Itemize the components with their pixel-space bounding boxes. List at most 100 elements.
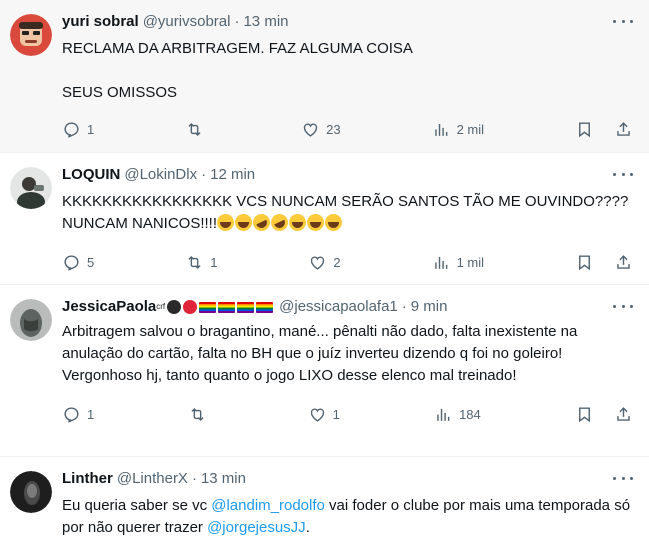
views-icon bbox=[434, 123, 447, 136]
tweet[interactable]: Linther @LintherX · 13 min Eu queria sab… bbox=[0, 457, 649, 559]
timestamp[interactable]: 13 min bbox=[201, 469, 246, 489]
tweet[interactable]: JessicaPaola crf @jessicapaolafa1 · 9 min… bbox=[0, 285, 649, 457]
joy-emoji-icon bbox=[217, 214, 235, 231]
tweet-text: KKKKKKKKKKKKKKKKK VCS NUNCAM SERÃO SANTO… bbox=[62, 191, 633, 235]
display-name[interactable]: Linther bbox=[62, 469, 113, 489]
like-icon bbox=[303, 123, 318, 137]
tweet-text-content: KKKKKKKKKKKKKKKKK VCS NUNCAM SERÃO SANTO… bbox=[62, 193, 633, 232]
reply-count: 1 bbox=[87, 406, 95, 422]
more-options-button[interactable] bbox=[613, 14, 633, 28]
share-button[interactable] bbox=[614, 405, 633, 424]
share-icon bbox=[617, 121, 630, 136]
separator: · bbox=[201, 166, 207, 183]
view-count: 2 mil bbox=[456, 121, 485, 137]
retweet-icon bbox=[188, 255, 201, 269]
reply-button[interactable]: 1 bbox=[62, 405, 94, 424]
views-icon bbox=[434, 256, 447, 269]
more-options-button[interactable] bbox=[613, 299, 633, 313]
like-icon bbox=[310, 408, 324, 422]
tweet-header: yuri sobral @yurivsobral · 13 min bbox=[62, 12, 633, 32]
joy-emoji-icon bbox=[325, 214, 343, 231]
rainbow-flag-icon bbox=[218, 301, 236, 313]
view-count: 1 mil bbox=[456, 254, 485, 270]
reply-icon bbox=[64, 254, 79, 271]
more-options-button[interactable] bbox=[613, 471, 633, 485]
avatar[interactable] bbox=[10, 14, 52, 56]
bookmark-icon bbox=[579, 121, 590, 137]
name-superscript: crf bbox=[156, 302, 166, 311]
share-icon bbox=[617, 406, 630, 421]
retweet-icon bbox=[191, 407, 204, 421]
share-button[interactable] bbox=[614, 253, 633, 272]
tweet[interactable]: yuri sobral @yurivsobral · 13 min RECLAM… bbox=[0, 0, 649, 153]
user-handle[interactable]: @jessicapaolafa1 bbox=[279, 297, 398, 317]
like-icon bbox=[311, 256, 325, 270]
like-button[interactable]: 23 bbox=[301, 120, 341, 139]
timestamp[interactable]: 9 min bbox=[411, 297, 448, 317]
like-button[interactable]: 1 bbox=[308, 405, 340, 424]
views-icon bbox=[437, 408, 450, 421]
bookmark-icon bbox=[579, 254, 590, 270]
tweet-text: RECLAMA DA ARBITRAGEM. FAZ ALGUMA COISA … bbox=[62, 40, 413, 101]
tweet-text: Arbitragem salvou o bragantino, mané... … bbox=[62, 323, 582, 384]
action-bar: 5 1 2 1 mil bbox=[62, 243, 633, 281]
action-bar: 1 23 2 mil bbox=[62, 110, 633, 148]
user-handle[interactable]: @LintherX bbox=[117, 469, 188, 489]
reply-icon bbox=[64, 121, 79, 138]
retweet-count: 1 bbox=[210, 254, 218, 270]
text-segment: . bbox=[305, 519, 310, 536]
avatar[interactable] bbox=[10, 471, 52, 513]
like-button[interactable]: 2 bbox=[308, 253, 341, 272]
rainbow-flag-icon bbox=[256, 301, 274, 313]
retweet-button[interactable]: 1 bbox=[185, 253, 217, 272]
bookmark-button[interactable] bbox=[575, 405, 594, 424]
reply-icon bbox=[64, 406, 79, 423]
reply-count: 5 bbox=[87, 254, 95, 270]
tweet[interactable]: LOQUIN @LokinDlx · 12 min KKKKKKKKKKKKKK… bbox=[0, 153, 649, 285]
more-options-button[interactable] bbox=[613, 167, 633, 181]
avatar[interactable] bbox=[10, 167, 52, 209]
timestamp[interactable]: 13 min bbox=[243, 12, 288, 32]
action-bar: 1 1 184 bbox=[62, 395, 633, 433]
name-badges bbox=[167, 300, 274, 314]
views-button[interactable]: 2 mil bbox=[432, 120, 484, 139]
user-handle[interactable]: @yurivsobral bbox=[143, 12, 231, 32]
share-button[interactable] bbox=[614, 120, 633, 139]
rainbow-flag-icon bbox=[237, 301, 255, 313]
user-handle[interactable]: @LokinDlx bbox=[124, 165, 197, 185]
text-segment: Eu queria saber se vc bbox=[62, 497, 212, 514]
views-button[interactable]: 1 mil bbox=[432, 253, 484, 272]
bookmark-button[interactable] bbox=[575, 120, 594, 139]
red-circle-icon bbox=[183, 300, 198, 314]
tweet-header: LOQUIN @LokinDlx · 12 min bbox=[62, 165, 633, 185]
avatar[interactable] bbox=[10, 299, 52, 341]
timeline: yuri sobral @yurivsobral · 13 min RECLAM… bbox=[0, 0, 649, 559]
views-button[interactable]: 184 bbox=[434, 405, 481, 424]
tweet-text: Eu queria saber se vc @landim_rodolfo va… bbox=[62, 495, 633, 539]
joy-emoji-icon bbox=[289, 214, 307, 231]
display-name[interactable]: yuri sobral bbox=[62, 12, 139, 32]
joy-emoji-icon bbox=[235, 214, 253, 231]
separator: · bbox=[191, 470, 197, 487]
retweet-button[interactable] bbox=[188, 405, 213, 424]
separator: · bbox=[234, 13, 240, 30]
timestamp[interactable]: 12 min bbox=[210, 165, 255, 185]
share-icon bbox=[617, 254, 630, 269]
retweet-button[interactable] bbox=[185, 120, 210, 139]
reply-count: 1 bbox=[87, 121, 95, 137]
display-name[interactable]: JessicaPaola bbox=[62, 297, 156, 317]
display-name[interactable]: LOQUIN bbox=[62, 165, 120, 185]
mention-link[interactable]: @landim_rodolfo bbox=[211, 497, 325, 514]
reply-button[interactable]: 5 bbox=[62, 253, 94, 272]
rofl-emoji-icon bbox=[268, 211, 291, 234]
tweet-header: Linther @LintherX · 13 min bbox=[62, 469, 633, 489]
more-icon bbox=[613, 19, 616, 23]
mention-link[interactable]: @jorgejesusJJ bbox=[207, 519, 306, 536]
more-icon bbox=[613, 172, 616, 176]
more-icon bbox=[613, 476, 616, 480]
rainbow-flag-icon bbox=[199, 301, 217, 313]
joy-emoji-icon bbox=[307, 214, 325, 231]
reply-button[interactable]: 1 bbox=[62, 120, 94, 139]
like-count: 2 bbox=[333, 254, 341, 270]
bookmark-button[interactable] bbox=[575, 253, 594, 272]
